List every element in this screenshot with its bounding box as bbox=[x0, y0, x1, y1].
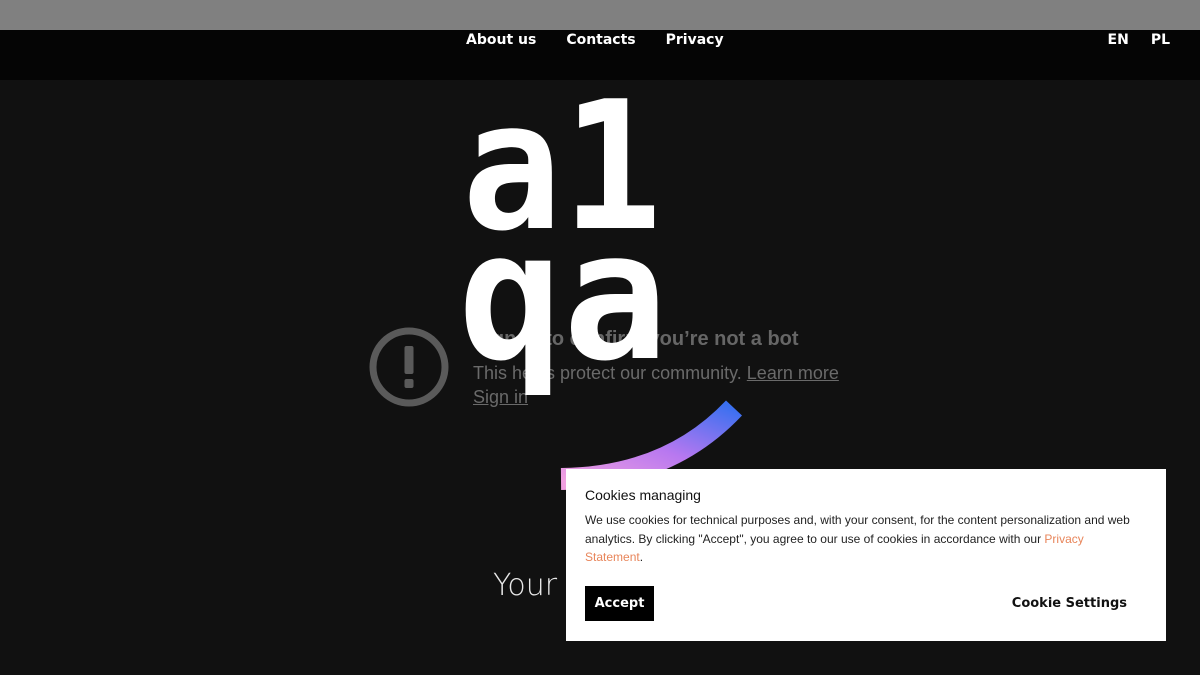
cookie-settings-button[interactable]: Cookie Settings bbox=[997, 586, 1142, 621]
accept-button[interactable]: Accept bbox=[585, 586, 654, 621]
cookie-body: We use cookies for technical purposes an… bbox=[585, 511, 1140, 567]
logo-line-2: qa bbox=[458, 193, 668, 400]
cookie-banner: Cookies managing We use cookies for tech… bbox=[566, 469, 1166, 641]
cookie-title: Cookies managing bbox=[585, 487, 701, 503]
lang-pl[interactable]: PL bbox=[1151, 30, 1170, 50]
hero-text: Your bbox=[493, 568, 558, 603]
nav-contacts[interactable]: Contacts bbox=[566, 30, 635, 50]
learn-more-link[interactable]: Learn more bbox=[747, 363, 839, 383]
a1qa-logo: a1 qa bbox=[458, 88, 743, 490]
nav-privacy[interactable]: Privacy bbox=[666, 30, 724, 50]
exclamation-circle-icon bbox=[369, 327, 449, 407]
site-header: About us Contacts Privacy EN PL bbox=[0, 30, 1200, 80]
cookie-body-end: . bbox=[639, 550, 644, 564]
lang-en[interactable]: EN bbox=[1108, 30, 1129, 50]
language-switcher: EN PL bbox=[1108, 30, 1170, 50]
main-nav: About us Contacts Privacy bbox=[466, 30, 724, 50]
nav-about-us[interactable]: About us bbox=[466, 30, 536, 50]
browser-top-strip bbox=[0, 0, 1200, 30]
